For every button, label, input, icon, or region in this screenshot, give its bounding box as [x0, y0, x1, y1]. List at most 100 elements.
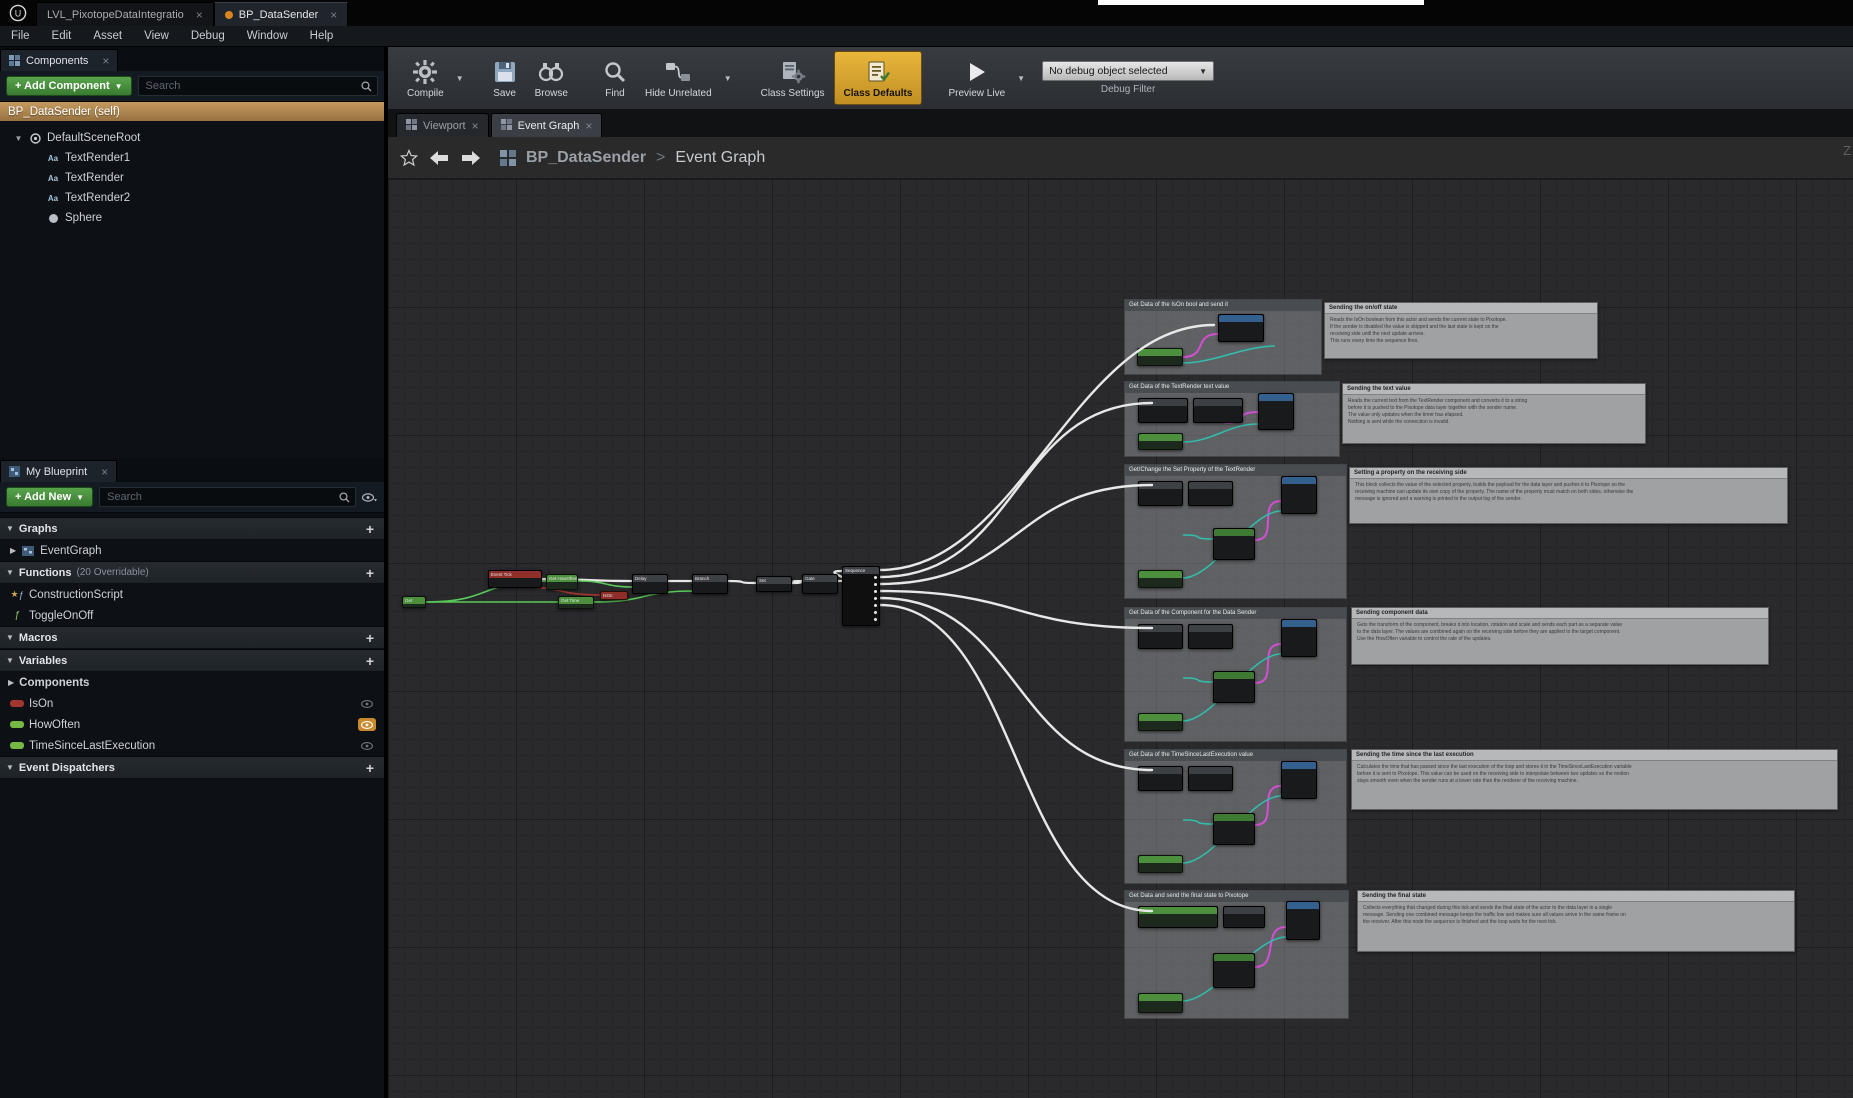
browse-button[interactable]: Browse [526, 51, 577, 105]
graph-comment-box[interactable]: Sending the final stateCollects everythi… [1357, 890, 1795, 952]
close-icon[interactable]: × [585, 119, 592, 133]
item-constructionscript[interactable]: ★ƒConstructionScript [0, 584, 384, 605]
hide-unrelated-button[interactable]: Hide Unrelated [636, 51, 721, 105]
add-icon[interactable]: + [362, 653, 378, 669]
section-functions[interactable]: ▼Functions(20 Overridable)+ [0, 561, 384, 584]
tab-viewport[interactable]: Viewport× [396, 113, 489, 137]
graph-comment-box[interactable]: Setting a property on the receiving side… [1349, 467, 1788, 524]
blueprint-node[interactable] [1213, 813, 1255, 845]
graph-node-cluster[interactable]: Get Data of the Component for the Data S… [1124, 607, 1347, 742]
blueprint-node[interactable] [1213, 671, 1255, 703]
blueprint-node[interactable] [1281, 619, 1317, 657]
back-arrow-icon[interactable] [428, 150, 450, 166]
blueprint-node[interactable] [1138, 398, 1188, 423]
add-icon[interactable]: + [362, 760, 378, 776]
event-graph-canvas[interactable]: Sending the on/off stateReads the IsOn b… [388, 179, 1853, 1098]
graph-node-cluster[interactable]: Get Data of the TimeSinceLastExecution v… [1124, 749, 1347, 884]
exec-pin[interactable] [874, 604, 877, 607]
add-new-button[interactable]: + Add New▼ [6, 487, 93, 507]
blueprint-node[interactable] [1213, 953, 1255, 988]
blueprint-node-set[interactable]: Set [756, 576, 792, 592]
variable-howoften[interactable]: HowOften [0, 714, 384, 735]
add-icon[interactable]: + [362, 521, 378, 537]
blueprint-node[interactable] [1138, 481, 1183, 506]
add-icon[interactable]: + [362, 630, 378, 646]
blueprint-node[interactable] [1281, 476, 1317, 514]
blueprint-node[interactable] [1286, 901, 1320, 940]
section-variables[interactable]: ▼Variables+ [0, 649, 384, 672]
graph-node-cluster[interactable]: Get Data of the IsOn bool and send it [1124, 299, 1322, 375]
menu-debug[interactable]: Debug [180, 26, 236, 46]
components-panel-tab[interactable]: Components × [0, 49, 118, 71]
eye-closed-icon[interactable] [358, 739, 376, 752]
window-doc-tab[interactable]: BP_DataSender× [214, 2, 349, 26]
tree-item-sphere[interactable]: Sphere [0, 208, 384, 228]
variable-ison[interactable]: IsOn [0, 693, 384, 714]
chevron-down-icon[interactable]: ▼ [453, 51, 467, 105]
find-button[interactable]: Find [594, 51, 636, 105]
class-defaults-button[interactable]: Class Defaults [834, 51, 923, 105]
blueprint-node[interactable] [1188, 624, 1233, 649]
close-icon[interactable]: × [472, 119, 479, 133]
blueprint-node[interactable] [1138, 766, 1183, 791]
chevron-down-icon[interactable]: ▼ [1014, 51, 1028, 105]
close-icon[interactable]: × [102, 54, 109, 68]
exec-pin[interactable] [874, 590, 877, 593]
tree-item-textrender[interactable]: AaTextRender [0, 168, 384, 188]
blueprint-node[interactable] [1218, 314, 1264, 342]
graph-node-cluster[interactable]: Get Data of the TextRender text value [1124, 381, 1340, 457]
chevron-down-icon[interactable]: ▼ [721, 51, 735, 105]
graph-comment-box[interactable]: Sending component dataGets the transform… [1351, 607, 1769, 665]
blueprint-node[interactable] [1258, 393, 1294, 430]
forward-arrow-icon[interactable] [460, 150, 482, 166]
section-graphs[interactable]: ▼Graphs+ [0, 517, 384, 540]
menu-asset[interactable]: Asset [82, 26, 133, 46]
blueprint-node[interactable] [1138, 570, 1183, 588]
exec-pin[interactable] [874, 611, 877, 614]
blueprint-node[interactable] [1138, 713, 1183, 731]
menu-help[interactable]: Help [299, 26, 345, 46]
add-component-button[interactable]: + Add Component▼ [6, 76, 132, 96]
exec-pin[interactable] [874, 576, 877, 579]
blueprint-node[interactable] [1138, 433, 1183, 450]
eye-closed-icon[interactable] [358, 697, 376, 710]
compile-button[interactable]: Compile [398, 51, 453, 105]
blueprint-node-get-howoften[interactable]: Get HowOften [546, 574, 578, 590]
menu-view[interactable]: View [133, 26, 180, 46]
collapse-arrow-icon[interactable]: ▼ [6, 524, 14, 533]
menu-file[interactable]: File [0, 26, 41, 46]
eye-open-icon[interactable] [358, 718, 376, 731]
add-icon[interactable]: + [362, 565, 378, 581]
my-blueprint-search[interactable] [99, 487, 356, 507]
blueprint-node-get[interactable]: Get [402, 596, 426, 608]
blueprint-node[interactable] [1188, 481, 1233, 506]
blueprint-node[interactable] [1213, 528, 1255, 560]
blueprint-node-get-time[interactable]: Get Time [558, 596, 594, 609]
menu-window[interactable]: Window [236, 26, 299, 46]
components-self-row[interactable]: BP_DataSender (self) [0, 102, 384, 121]
exec-pin[interactable] [874, 618, 877, 621]
blueprint-node[interactable] [1138, 855, 1183, 873]
debug-object-dropdown[interactable]: No debug object selected▼ [1042, 61, 1214, 81]
components-search-input[interactable] [144, 79, 361, 93]
blueprint-node[interactable] [1138, 993, 1183, 1013]
item-eventgraph[interactable]: ▶EventGraph [0, 540, 384, 561]
blueprint-node-ison[interactable]: IsOn [600, 591, 628, 600]
close-icon[interactable]: × [330, 8, 337, 22]
expander-icon[interactable]: ▶ [10, 546, 16, 555]
blueprint-node-gate[interactable]: Gate [802, 574, 838, 594]
variable-timesincelastexecution[interactable]: TimeSinceLastExecution [0, 735, 384, 756]
graph-comment-box[interactable]: Sending the text valueReads the current … [1342, 383, 1646, 444]
blueprint-node[interactable] [1223, 906, 1265, 928]
menu-edit[interactable]: Edit [41, 26, 83, 46]
group-components[interactable]: ▶Components [0, 672, 384, 693]
item-toggleonoff[interactable]: ƒToggleOnOff [0, 605, 384, 626]
blueprint-node[interactable] [1138, 906, 1218, 928]
my-blueprint-search-input[interactable] [105, 490, 339, 504]
section-event-dispatchers[interactable]: ▼Event Dispatchers+ [0, 756, 384, 779]
graph-comment-box[interactable]: Sending the time since the last executio… [1351, 749, 1838, 810]
blueprint-node[interactable] [1193, 398, 1243, 423]
blueprint-node[interactable] [1188, 766, 1233, 791]
expander-icon[interactable]: ▶ [8, 678, 14, 687]
blueprint-node[interactable] [1137, 348, 1183, 366]
